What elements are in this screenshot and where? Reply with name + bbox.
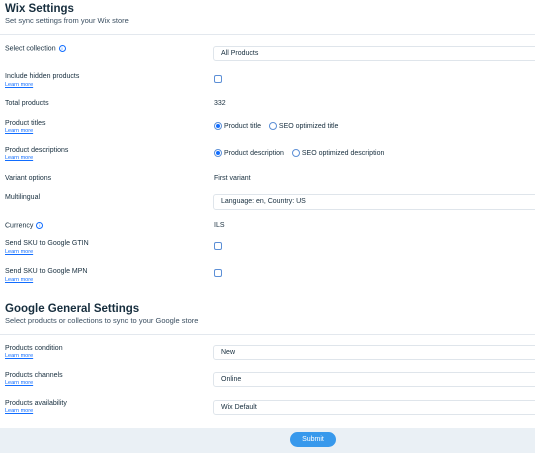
products-condition-label: Products condition [5, 345, 63, 352]
products-availability-dropdown[interactable]: Wix Default [213, 400, 535, 415]
products-channels-learn-more-link[interactable]: Learn more [5, 380, 33, 386]
google-settings-subtitle: Select products or collections to sync t… [5, 316, 199, 325]
product-titles-learn-more-link[interactable]: Learn more [5, 128, 33, 134]
wix-settings-subtitle: Set sync settings from your Wix store [5, 16, 129, 25]
product-titles-label: Product titles [5, 120, 46, 127]
sku-gtin-checkbox[interactable] [214, 242, 222, 250]
total-products-label: Total products [5, 100, 49, 107]
product-descriptions-label: Product descriptions [5, 147, 69, 154]
variant-options-label: Variant options [5, 175, 52, 182]
currency-value: ILS [214, 222, 225, 229]
products-availability-label: Products availability [5, 400, 67, 407]
radio-unselected-icon[interactable] [291, 149, 300, 157]
variant-options-value: First variant [214, 175, 251, 182]
sku-gtin-learn-more-link[interactable]: Learn more [5, 249, 33, 255]
divider [0, 334, 535, 335]
multilingual-label: Multilingual [5, 194, 41, 201]
seo-title-option[interactable]: SEO optimized title [268, 122, 338, 130]
divider [0, 34, 535, 35]
sku-mpn-checkbox[interactable] [214, 269, 222, 277]
multilingual-dropdown[interactable]: Language: en, Country: US [213, 194, 535, 210]
radio-selected-icon[interactable] [214, 122, 222, 130]
product-descriptions-learn-more-link[interactable]: Learn more [5, 155, 33, 161]
submit-button[interactable]: Submit [290, 432, 336, 447]
sku-gtin-label: Send SKU to Google GTIN [5, 240, 89, 247]
seo-description-option[interactable]: SEO optimized description [291, 149, 384, 157]
product-title-option[interactable]: Product title [214, 122, 261, 130]
products-condition-dropdown[interactable]: New [213, 345, 535, 360]
info-icon[interactable]: i [36, 222, 44, 229]
products-condition-learn-more-link[interactable]: Learn more [5, 353, 33, 359]
sku-mpn-learn-more-link[interactable]: Learn more [5, 277, 33, 283]
sku-mpn-label: Send SKU to Google MPN [5, 268, 88, 275]
select-collection-dropdown[interactable]: All Products [213, 46, 535, 61]
select-collection-label: Select collection [5, 45, 56, 53]
radio-selected-icon[interactable] [214, 149, 222, 157]
currency-label: Currency [5, 222, 34, 230]
footer-bar [0, 428, 535, 453]
products-availability-learn-more-link[interactable]: Learn more [5, 408, 33, 414]
google-settings-title: Google General Settings [5, 303, 140, 315]
products-channels-label: Products channels [5, 372, 63, 379]
product-description-option[interactable]: Product description [214, 149, 284, 157]
wix-settings-title: Wix Settings [5, 3, 74, 15]
product-titles-radio-group: Product title SEO optimized title [214, 122, 344, 130]
radio-unselected-icon[interactable] [268, 122, 277, 130]
products-channels-dropdown[interactable]: Online [213, 372, 535, 387]
include-hidden-label: Include hidden products [5, 73, 80, 80]
currency-row-label: Currency i [5, 222, 44, 230]
include-hidden-checkbox[interactable] [214, 75, 222, 83]
select-collection-row-label: Select collection i [5, 45, 66, 52]
include-hidden-learn-more-link[interactable]: Learn more [5, 82, 33, 88]
info-icon[interactable]: i [58, 45, 66, 52]
total-products-value: 332 [214, 100, 226, 107]
product-descriptions-radio-group: Product description SEO optimized descri… [214, 149, 390, 157]
